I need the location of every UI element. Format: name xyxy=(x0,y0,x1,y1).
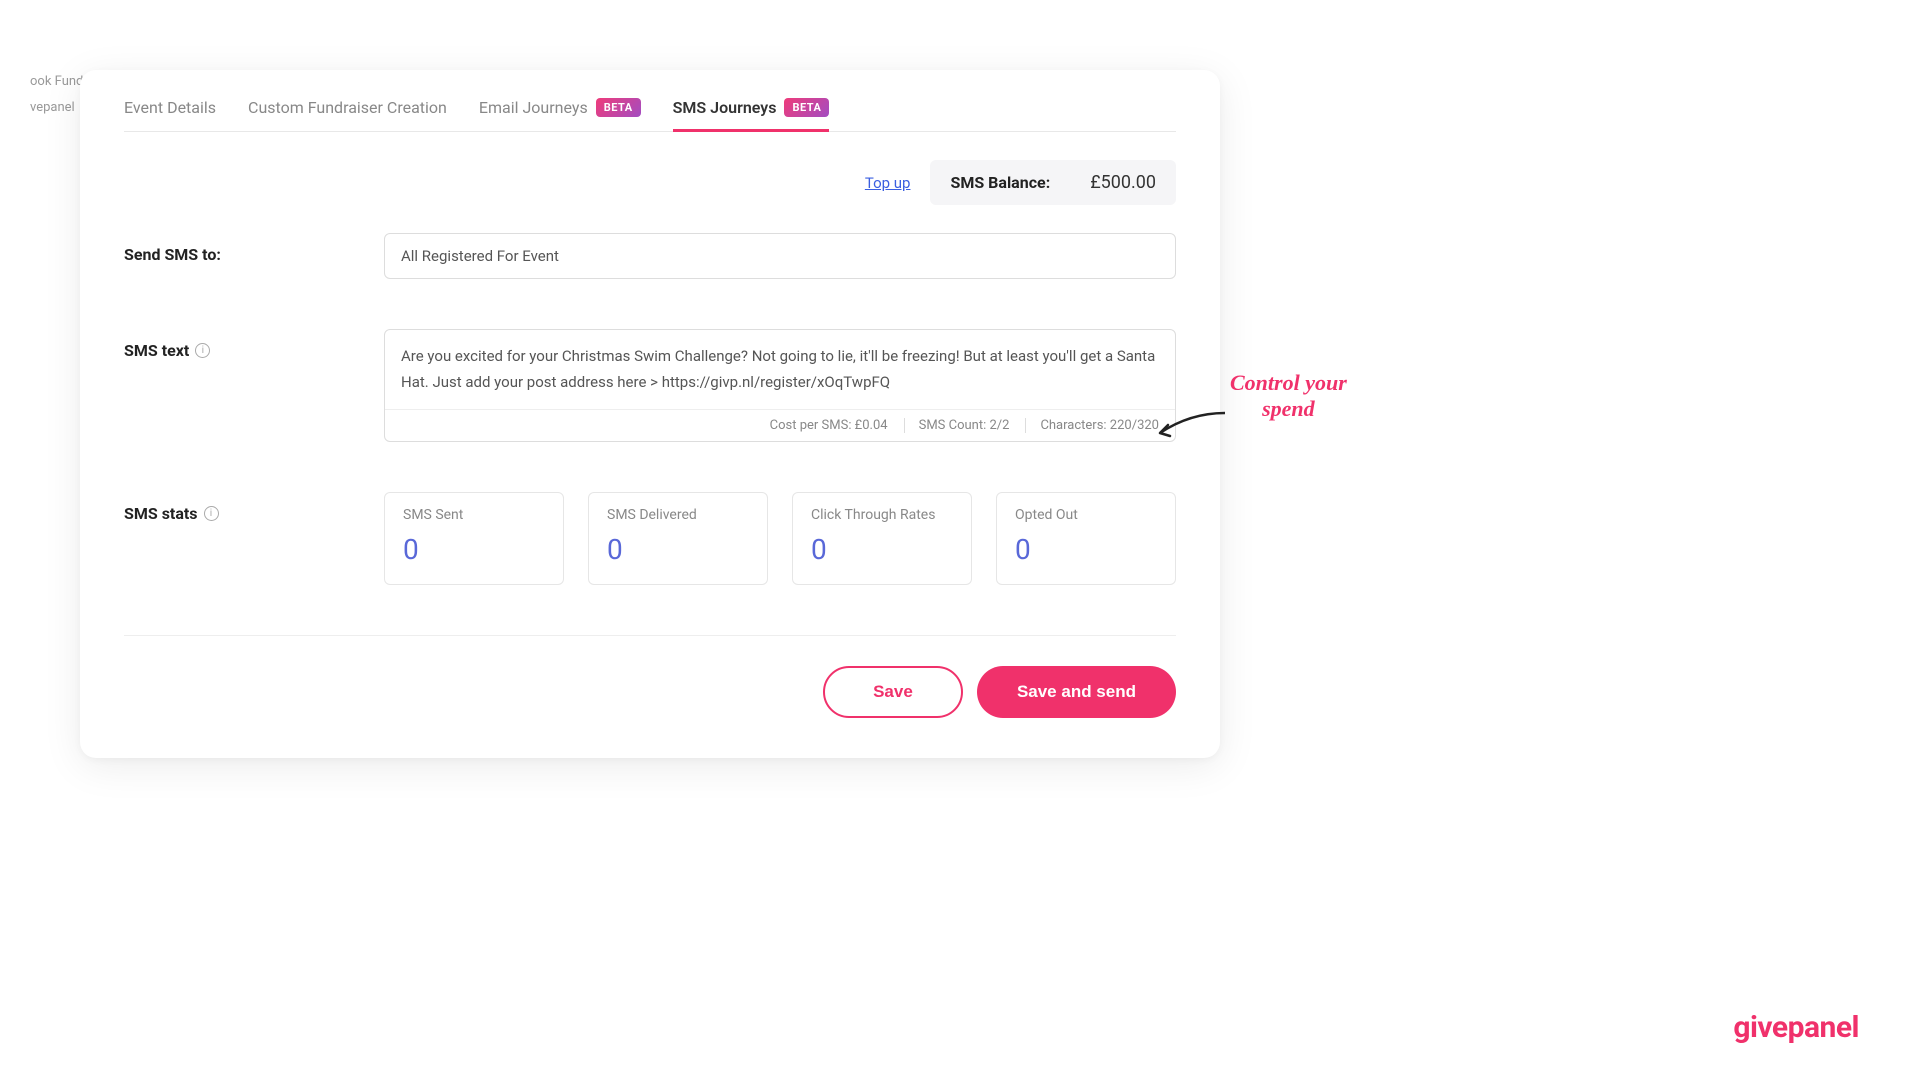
tab-label: Event Details xyxy=(124,98,216,117)
save-button[interactable]: Save xyxy=(823,666,963,718)
tab-custom-fundraiser[interactable]: Custom Fundraiser Creation xyxy=(248,98,447,131)
beta-badge: BETA xyxy=(784,98,829,117)
stat-label: Opted Out xyxy=(1015,507,1157,523)
actions-row: Save Save and send xyxy=(124,635,1176,718)
stat-value: 0 xyxy=(403,533,545,566)
balance-label: SMS Balance: xyxy=(950,173,1050,192)
characters-count: Characters: 220/320 xyxy=(1025,418,1159,433)
sms-stats-label: SMS stats i xyxy=(124,492,364,523)
tab-sms-journeys[interactable]: SMS Journeys BETA xyxy=(673,98,830,131)
stat-value: 0 xyxy=(811,533,953,566)
tab-email-journeys[interactable]: Email Journeys BETA xyxy=(479,98,641,131)
sms-stats-row: SMS stats i SMS Sent 0 SMS Delivered 0 C… xyxy=(124,492,1176,585)
save-and-send-button[interactable]: Save and send xyxy=(977,666,1176,718)
annotation-text: Control your spend xyxy=(1230,370,1347,423)
balance-box: SMS Balance: £500.00 xyxy=(930,160,1176,205)
stat-label: Click Through Rates xyxy=(811,507,953,523)
stat-click-through: Click Through Rates 0 xyxy=(792,492,972,585)
stat-value: 0 xyxy=(1015,533,1157,566)
stat-sms-delivered: SMS Delivered 0 xyxy=(588,492,768,585)
topup-link[interactable]: Top up xyxy=(865,174,911,192)
brand-logo: givepanel xyxy=(1733,1010,1859,1045)
send-to-label: Send SMS to: xyxy=(124,233,364,264)
background-text-2: vepanel xyxy=(30,100,75,115)
annotation-line2: spend xyxy=(1262,396,1315,421)
sms-text-label: SMS text i xyxy=(124,329,364,360)
tab-label: Custom Fundraiser Creation xyxy=(248,98,447,117)
beta-badge: BETA xyxy=(596,98,641,117)
sms-stats-label-text: SMS stats xyxy=(124,504,198,523)
stats-grid: SMS Sent 0 SMS Delivered 0 Click Through… xyxy=(384,492,1176,585)
balance-row: Top up SMS Balance: £500.00 xyxy=(124,160,1176,205)
arrow-icon xyxy=(1150,408,1230,448)
info-icon[interactable]: i xyxy=(204,506,219,521)
stat-label: SMS Sent xyxy=(403,507,545,523)
sms-textarea[interactable]: Are you excited for your Christmas Swim … xyxy=(385,330,1175,409)
sms-text-label-text: SMS text xyxy=(124,341,189,360)
annotation-line1: Control your xyxy=(1230,370,1347,395)
tab-bar: Event Details Custom Fundraiser Creation… xyxy=(124,98,1176,132)
send-to-select[interactable]: All Registered For Event xyxy=(384,233,1176,279)
tab-label: Email Journeys xyxy=(479,98,588,117)
stat-value: 0 xyxy=(607,533,749,566)
sms-textarea-footer: Cost per SMS: £0.04 SMS Count: 2/2 Chara… xyxy=(385,409,1175,441)
tab-label: SMS Journeys xyxy=(673,98,777,117)
sms-text-row: SMS text i Are you excited for your Chri… xyxy=(124,329,1176,442)
cost-per-sms: Cost per SMS: £0.04 xyxy=(770,418,888,433)
stat-label: SMS Delivered xyxy=(607,507,749,523)
sms-textarea-wrap: Are you excited for your Christmas Swim … xyxy=(384,329,1176,442)
background-text-1: ook Fund xyxy=(30,74,83,89)
sms-journeys-card: Event Details Custom Fundraiser Creation… xyxy=(80,70,1220,758)
stat-sms-sent: SMS Sent 0 xyxy=(384,492,564,585)
balance-value: £500.00 xyxy=(1090,172,1156,193)
stat-opted-out: Opted Out 0 xyxy=(996,492,1176,585)
info-icon[interactable]: i xyxy=(195,343,210,358)
tab-event-details[interactable]: Event Details xyxy=(124,98,216,131)
sms-count: SMS Count: 2/2 xyxy=(904,418,1010,433)
send-to-row: Send SMS to: All Registered For Event xyxy=(124,233,1176,279)
